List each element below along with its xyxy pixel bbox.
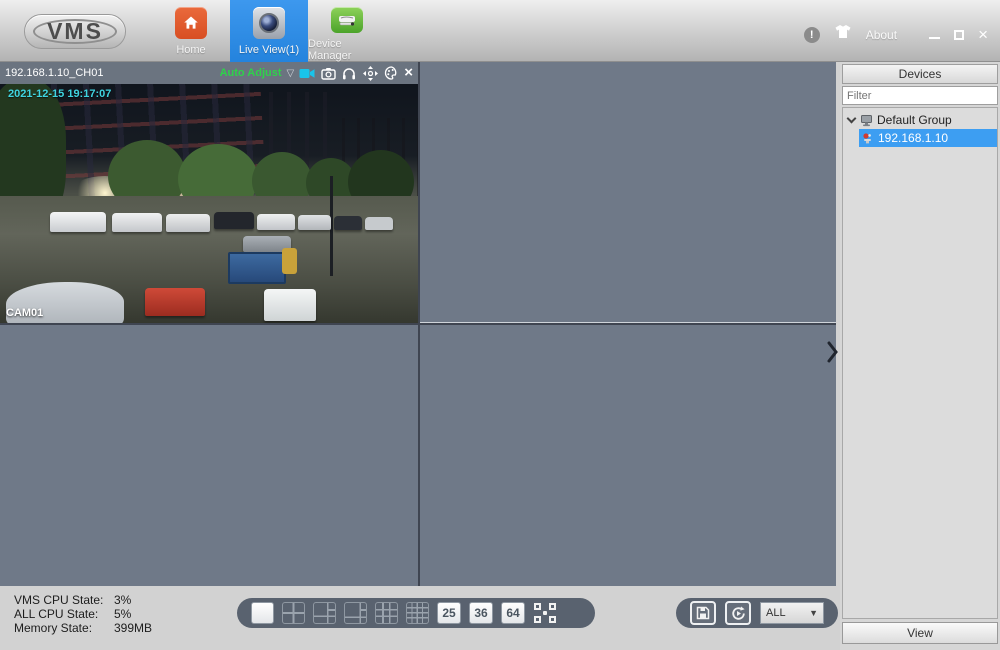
status-value: 5% bbox=[114, 607, 132, 621]
scene-red-car bbox=[145, 288, 205, 316]
tab-home[interactable]: Home bbox=[152, 0, 230, 62]
vms-logo: VMS bbox=[24, 14, 126, 49]
video-pane-4[interactable] bbox=[420, 325, 836, 586]
save-view-button[interactable] bbox=[690, 601, 716, 625]
sidebar-collapse-handle[interactable] bbox=[824, 336, 840, 368]
tab-home-label: Home bbox=[176, 44, 206, 56]
video-grid: 192.168.1.10_CH01 Auto Adjust ▽ × 2021-1… bbox=[0, 62, 836, 586]
camera-name-label: CAM01 bbox=[6, 307, 44, 319]
video-timestamp: 2021-12-15 19:17:07 bbox=[8, 88, 112, 100]
device-tree: Default Group 192.168.1.10 bbox=[842, 107, 998, 619]
scene-truck-cab bbox=[282, 248, 297, 274]
layout-64-button[interactable]: 64 bbox=[501, 602, 525, 624]
layout-25-button[interactable]: 25 bbox=[437, 602, 461, 624]
devices-panel-header: Devices bbox=[842, 64, 998, 84]
status-block: VMS CPU State: 3% ALL CPU State: 5% Memo… bbox=[14, 593, 152, 635]
device-manager-icon bbox=[331, 7, 363, 33]
bottom-bar: VMS CPU State: 3% ALL CPU State: 5% Memo… bbox=[0, 586, 838, 650]
filter-input[interactable] bbox=[842, 86, 998, 105]
status-label: VMS CPU State: bbox=[14, 593, 104, 607]
skin-shirt-icon[interactable] bbox=[834, 24, 852, 45]
info-icon[interactable]: ! bbox=[803, 26, 820, 43]
tree-item-device[interactable]: 192.168.1.10 bbox=[859, 129, 997, 147]
close-icon[interactable]: × bbox=[978, 26, 988, 43]
tree-device-label: 192.168.1.10 bbox=[878, 131, 949, 145]
titlebar: VMS Home Live View(1) Device Manager ! A… bbox=[0, 0, 1000, 62]
video-pane-title: 192.168.1.10_CH01 bbox=[5, 67, 104, 79]
auto-adjust-dropdown-icon[interactable]: ▽ bbox=[287, 68, 295, 79]
main-tabs: Home Live View(1) Device Manager bbox=[152, 0, 386, 62]
layout-6-button[interactable] bbox=[313, 602, 336, 624]
vms-logo-text: VMS bbox=[47, 18, 103, 44]
layout-toolbar: 25 36 64 bbox=[237, 598, 595, 628]
tab-live-view-label: Live View(1) bbox=[238, 44, 300, 56]
pane-close-icon[interactable]: × bbox=[404, 65, 413, 80]
tab-live-view[interactable]: Live View(1) bbox=[230, 0, 308, 62]
status-value: 3% bbox=[114, 593, 132, 607]
snapshot-icon[interactable] bbox=[320, 65, 336, 81]
devices-sidebar: Devices Default Group 192.168.1.10 View bbox=[840, 62, 1000, 650]
video-pane-3[interactable] bbox=[0, 325, 418, 586]
layout-36-button[interactable]: 36 bbox=[469, 602, 493, 624]
layout-8-button[interactable] bbox=[344, 602, 367, 624]
layout-4-button[interactable] bbox=[282, 602, 305, 624]
layout-9-button[interactable] bbox=[375, 602, 398, 624]
ptz-move-icon[interactable] bbox=[362, 65, 378, 81]
tree-item-default-group[interactable]: Default Group bbox=[843, 111, 997, 129]
refresh-cycle-button[interactable] bbox=[725, 601, 751, 625]
status-label: Memory State: bbox=[14, 621, 93, 635]
video-pane-2[interactable] bbox=[420, 62, 836, 323]
auto-adjust-button[interactable]: Auto Adjust bbox=[220, 67, 282, 79]
stream-type-dropdown[interactable]: ALL ▼ bbox=[760, 602, 824, 624]
status-value: 399MB bbox=[114, 621, 153, 635]
video-pane-header: 192.168.1.10_CH01 Auto Adjust ▽ × bbox=[0, 62, 418, 84]
tab-device-manager-label: Device Manager bbox=[308, 38, 352, 62]
stream-toolbar: ALL ▼ bbox=[676, 598, 838, 628]
status-label: ALL CPU State: bbox=[14, 607, 99, 621]
maximize-icon[interactable] bbox=[954, 29, 965, 40]
record-video-icon[interactable] bbox=[299, 65, 315, 81]
minimize-icon[interactable] bbox=[929, 36, 941, 39]
dropdown-arrow-icon: ▼ bbox=[809, 608, 818, 618]
group-icon bbox=[860, 114, 873, 127]
color-palette-icon[interactable] bbox=[383, 65, 399, 81]
tree-expander-icon[interactable] bbox=[846, 113, 857, 124]
scene-truck bbox=[228, 252, 286, 284]
tree-group-label: Default Group bbox=[877, 113, 952, 127]
home-icon bbox=[175, 7, 207, 39]
scene-white-van bbox=[264, 289, 316, 321]
layout-1-button[interactable] bbox=[251, 602, 274, 624]
about-button[interactable]: About bbox=[866, 28, 897, 42]
audio-headphones-icon[interactable] bbox=[341, 65, 357, 81]
camera-device-icon bbox=[861, 132, 874, 145]
live-video-feed[interactable]: 2021-12-15 19:17:07 CAM01 bbox=[0, 84, 418, 323]
video-pane-1[interactable]: 192.168.1.10_CH01 Auto Adjust ▽ × 2021-1… bbox=[0, 62, 418, 323]
stream-type-value: ALL bbox=[766, 607, 786, 619]
tab-device-manager[interactable]: Device Manager bbox=[308, 0, 386, 62]
fullscreen-button[interactable] bbox=[533, 602, 557, 624]
layout-16-button[interactable] bbox=[406, 602, 429, 624]
live-view-icon bbox=[253, 7, 285, 39]
view-button[interactable]: View bbox=[842, 622, 998, 644]
